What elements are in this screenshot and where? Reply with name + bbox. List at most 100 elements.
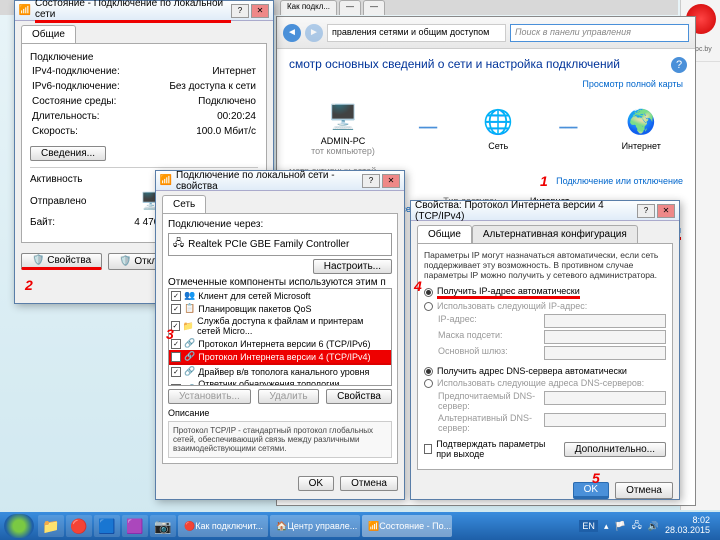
language-indicator[interactable]: EN xyxy=(579,520,598,532)
connect-disconnect-link[interactable]: Подключение или отключение xyxy=(556,176,683,186)
help-button[interactable]: ? xyxy=(231,4,249,18)
tab-general[interactable]: Общие xyxy=(21,25,76,43)
validate-label: Подтверждать параметры при выходе xyxy=(436,439,560,459)
details-button[interactable]: Сведения... xyxy=(30,146,106,161)
description-label: Описание xyxy=(168,408,392,418)
components-list[interactable]: ✓👥 Клиент для сетей Microsoft ✓📋 Планиро… xyxy=(168,288,392,386)
tray-up-icon[interactable]: ▴ xyxy=(604,521,609,532)
search-input[interactable]: Поиск в панели управления xyxy=(510,24,689,42)
speed-value: 100.0 Мбит/с xyxy=(146,125,256,138)
ok-button[interactable]: OK xyxy=(573,482,609,499)
description-text: Протокол TCP/IP - стандартный протокол г… xyxy=(168,421,392,458)
close-button[interactable]: ✕ xyxy=(251,4,269,18)
components-label: Отмеченные компоненты используются этим … xyxy=(168,277,392,288)
nic-icon: 🖧 xyxy=(173,236,184,253)
radio-auto-dns[interactable]: Получить адрес DNS-сервера автоматически xyxy=(424,366,666,376)
preferred-dns-field xyxy=(544,391,666,405)
properties-button[interactable]: 🛡️ Свойства xyxy=(21,253,102,270)
browser-tab[interactable]: — xyxy=(339,0,361,15)
connection-properties-window: 📶 Подключение по локальной сети - свойст… xyxy=(155,170,405,500)
ipv4-value: Интернет xyxy=(146,65,256,78)
taskbar-item[interactable]: 🏠 Центр управле... xyxy=(270,515,360,537)
taskbar-item[interactable]: 🔴 Как подключит... xyxy=(178,515,268,537)
callout-4: 4 xyxy=(414,278,422,294)
list-item[interactable]: ✓🔗 Драйвер в/в тополога канального уровн… xyxy=(169,365,391,378)
component-properties-button[interactable]: Свойства xyxy=(326,389,392,404)
radio-manual-dns[interactable]: Использовать следующие адреса DNS-сервер… xyxy=(424,378,666,388)
callout-1: 1 xyxy=(540,173,548,189)
list-item[interactable]: ✓🔗 Протокол Интернета версии 6 (TCP/IPv6… xyxy=(169,337,391,350)
remove-button: Удалить xyxy=(258,389,318,404)
titlebar[interactable]: 📶 Подключение по локальной сети - свойст… xyxy=(156,171,404,191)
tab-alt-config[interactable]: Альтернативная конфигурация xyxy=(472,225,638,243)
clock[interactable]: 8:02 28.03.2015 xyxy=(665,516,710,536)
opera-pin-icon[interactable]: 🔴 xyxy=(66,515,92,537)
start-button[interactable] xyxy=(4,514,34,538)
alt-dns-field xyxy=(544,413,666,427)
list-item[interactable]: ✓👥 Клиент для сетей Microsoft xyxy=(169,289,391,302)
close-button[interactable]: ✕ xyxy=(657,204,675,218)
callout-5: 5 xyxy=(592,470,600,486)
connection-section-label: Подключение xyxy=(30,52,258,63)
breadcrumb[interactable]: правления сетями и общим доступом xyxy=(327,24,506,42)
taskbar: 📁 🔴 🟦 🟪 📷 🔴 Как подключит... 🏠 Центр упр… xyxy=(0,512,720,540)
map-node-internet: 🌍 Интернет xyxy=(622,105,661,151)
tray-flag-icon[interactable]: 🏳️ xyxy=(614,521,625,532)
back-button[interactable]: ◄ xyxy=(283,24,301,42)
tray-network-icon[interactable]: 🖧 xyxy=(632,518,642,534)
list-item[interactable]: ✓📁 Служба доступа к файлам и принтерам с… xyxy=(169,315,391,337)
internet-icon: 🌍 xyxy=(624,105,658,139)
map-node-pc: 🖥️ ADMIN-PC тот компьютер) xyxy=(311,100,375,156)
ok-button[interactable]: OK xyxy=(298,476,334,491)
state-value: Подключено xyxy=(146,95,256,108)
ip-address-field xyxy=(544,314,666,328)
browser-tab[interactable]: Как подкл... xyxy=(280,0,337,15)
install-button[interactable]: Установить... xyxy=(168,389,251,404)
computer-icon: 🖥️ xyxy=(326,100,360,134)
page-title: смотр основных сведений о сети и настрой… xyxy=(289,57,683,71)
app-pin-icon[interactable]: 🟪 xyxy=(122,515,148,537)
list-item[interactable]: ✓🔗 Ответчик обнаружения топологии каналь… xyxy=(169,378,391,386)
advanced-button[interactable]: Дополнительно... xyxy=(564,442,666,457)
tray-volume-icon[interactable]: 🔊 xyxy=(648,521,659,532)
titlebar[interactable]: 📶 Состояние - Подключение по локальной с… xyxy=(15,1,273,21)
tab-network[interactable]: Сеть xyxy=(162,195,206,213)
callout-3: 3 xyxy=(166,326,174,342)
app-pin-icon[interactable]: 🟦 xyxy=(94,515,120,537)
list-item[interactable]: ✓📋 Планировщик пакетов QoS xyxy=(169,302,391,315)
signal-icon: 📶 xyxy=(19,5,31,17)
network-icon: 🌐 xyxy=(481,105,515,139)
ipv4-properties-window: Свойства: Протокол Интернета версии 4 (T… xyxy=(410,200,680,500)
taskbar-item-active[interactable]: 📶 Состояние - По... xyxy=(362,515,452,537)
window-title: Подключение по локальной сети - свойства xyxy=(176,170,362,192)
configure-button[interactable]: Настроить... xyxy=(313,259,392,274)
connect-using-label: Подключение через: xyxy=(168,219,392,230)
explorer-pin-icon[interactable]: 📁 xyxy=(38,515,64,537)
adapter-name: 🖧 Realtek PCIe GBE Family Controller xyxy=(168,233,392,256)
help-button[interactable]: ? xyxy=(362,174,380,188)
radio-auto-ip[interactable]: Получить IP-адрес автоматически xyxy=(424,286,666,299)
radio-manual-ip[interactable]: Использовать следующий IP-адрес: xyxy=(424,301,666,311)
full-map-link[interactable]: Просмотр полной карты xyxy=(582,79,683,89)
sent-label: Отправлено xyxy=(30,196,86,207)
titlebar[interactable]: Свойства: Протокол Интернета версии 4 (T… xyxy=(411,201,679,221)
map-node-network: 🌐 Сеть xyxy=(481,105,515,151)
duration-value: 00:20:24 xyxy=(146,110,256,123)
close-button[interactable]: ✕ xyxy=(382,174,400,188)
browser-tab[interactable]: — xyxy=(363,0,385,15)
app-pin-icon[interactable]: 📷 xyxy=(150,515,176,537)
intro-text: Параметры IP могут назначаться автоматич… xyxy=(424,250,666,280)
help-button[interactable]: ? xyxy=(637,204,655,218)
cancel-button[interactable]: Отмена xyxy=(340,476,398,491)
callout-2: 2 xyxy=(25,277,33,293)
validate-checkbox[interactable] xyxy=(424,444,432,454)
tab-general[interactable]: Общие xyxy=(417,225,472,243)
window-title: Свойства: Протокол Интернета версии 4 (T… xyxy=(415,200,637,222)
window-title: Состояние - Подключение по локальной сет… xyxy=(35,0,231,23)
subnet-mask-field xyxy=(544,330,666,344)
ipv6-value: Без доступа к сети xyxy=(146,80,256,93)
forward-button[interactable]: ► xyxy=(305,24,323,42)
help-icon[interactable]: ? xyxy=(671,57,687,73)
cancel-button[interactable]: Отмена xyxy=(615,482,673,499)
list-item-selected[interactable]: ✓🔗 Протокол Интернета версии 4 (TCP/IPv4… xyxy=(169,350,391,365)
